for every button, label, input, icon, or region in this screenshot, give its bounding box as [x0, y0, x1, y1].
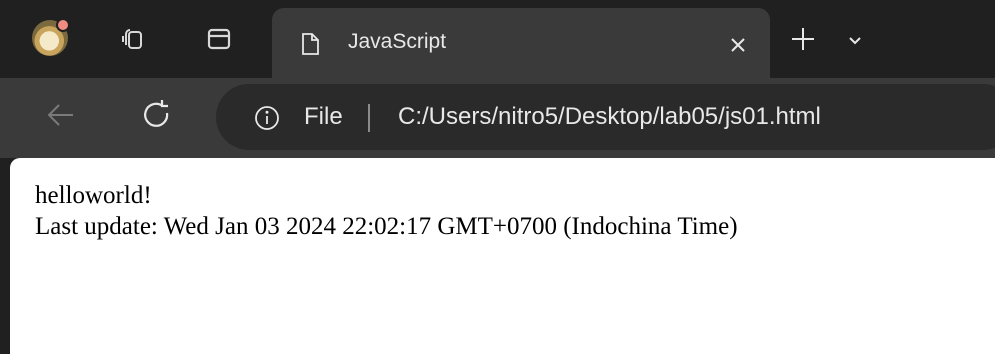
url-text[interactable]: C:/Users/nitro5/Desktop/lab05/js01.html: [398, 103, 821, 131]
chevron-down-icon[interactable]: [846, 31, 864, 49]
file-icon: [300, 32, 320, 56]
divider: [368, 104, 370, 132]
back-arrow-icon[interactable]: [44, 98, 78, 132]
page-viewport: helloworld! Last update: Wed Jan 03 2024…: [10, 158, 995, 354]
browser-window: JavaScript File C:/Users/nitro5/Desktop/…: [0, 0, 995, 354]
hello-text: helloworld!: [35, 182, 152, 209]
new-tab-icon[interactable]: [788, 24, 818, 54]
toolbar: File C:/Users/nitro5/Desktop/lab05/js01.…: [0, 78, 995, 158]
close-icon[interactable]: [727, 34, 749, 56]
last-update-text: Last update: Wed Jan 03 2024 22:02:17 GM…: [35, 213, 738, 240]
workspaces-icon[interactable]: [120, 26, 146, 52]
page-body: helloworld! Last update: Wed Jan 03 2024…: [35, 180, 738, 242]
notification-dot: [56, 18, 70, 32]
tab-title: JavaScript: [348, 30, 447, 53]
tab-actions-icon[interactable]: [206, 26, 232, 52]
scheme-label: File: [304, 103, 343, 130]
address-bar[interactable]: File C:/Users/nitro5/Desktop/lab05/js01.…: [216, 84, 995, 150]
tab-javascript[interactable]: JavaScript: [272, 8, 770, 78]
reload-icon[interactable]: [140, 98, 174, 132]
profile-avatar[interactable]: [32, 18, 70, 56]
tab-strip: JavaScript: [0, 0, 995, 78]
info-icon[interactable]: [254, 105, 280, 131]
